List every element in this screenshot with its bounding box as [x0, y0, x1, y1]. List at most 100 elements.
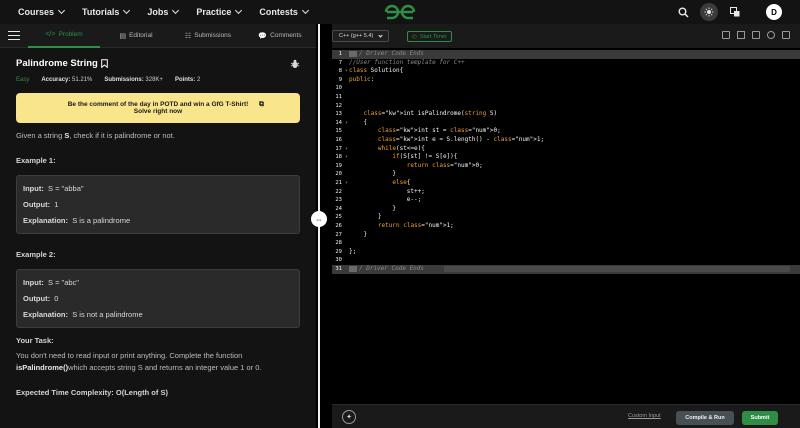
- editor-panel: C++ (g++ 5.4) ◴ Start Timer 1 / Driver Cod…: [332, 24, 800, 428]
- menu-icon[interactable]: [0, 24, 28, 48]
- code-line: 10: [332, 84, 800, 93]
- code-line: 31 / Driver Code Ends: [332, 265, 800, 274]
- code-line: 22 st++;: [332, 188, 800, 197]
- code-line: 11: [332, 93, 800, 102]
- line-number: 10: [335, 85, 342, 92]
- settings-icon[interactable]: [782, 31, 790, 39]
- lightbulb-icon[interactable]: ✦: [342, 410, 356, 424]
- translate-icon[interactable]: [726, 3, 744, 21]
- line-number: 23: [335, 197, 342, 204]
- fold-arrow-icon[interactable]: ▾: [345, 145, 348, 154]
- avatar-initial: D: [771, 7, 777, 17]
- code-text: / Driver Code Ends: [359, 265, 425, 272]
- code-text: e--;: [349, 196, 422, 204]
- code-line: 12: [332, 102, 800, 111]
- nav-contests[interactable]: Contests: [259, 6, 309, 17]
- fold-arrow-icon[interactable]: ▾: [345, 119, 348, 128]
- line-number: 18: [335, 154, 342, 161]
- chevron-down-icon: [123, 6, 131, 15]
- fold-arrow-icon[interactable]: ▾: [345, 179, 348, 188]
- code-text: return class="num">0;: [406, 161, 483, 169]
- copy-icon[interactable]: [722, 31, 730, 39]
- submissions-count: Submissions: 328K+: [104, 77, 163, 83]
- line-number: 21: [335, 180, 342, 186]
- code-text: }: [349, 170, 396, 178]
- line-number: 12: [335, 102, 342, 109]
- code-line: 29};: [332, 248, 800, 257]
- tab-submissions[interactable]: ☷ Submissions: [172, 24, 244, 48]
- tab-problem[interactable]: </> Problem: [28, 24, 100, 48]
- code-text: public:: [349, 75, 375, 83]
- line-number: 1: [338, 51, 342, 57]
- code-text: class Solution{: [349, 67, 404, 75]
- example-1-output: 1: [54, 200, 59, 209]
- tab-comments[interactable]: 💬 Comments: [244, 24, 316, 48]
- code-text: else{: [392, 179, 411, 186]
- chevron-down-icon: [172, 6, 180, 15]
- example-2-explanation: S is not a palindrome: [72, 310, 143, 319]
- collapsed-region-marker[interactable]: [349, 51, 357, 58]
- line-number: 11: [335, 94, 342, 100]
- example-1-input: S = "abba": [48, 184, 84, 193]
- code-line: 9 public:: [332, 76, 800, 85]
- example-2-title: Example 2:: [16, 250, 56, 259]
- code-icon: </>: [45, 31, 56, 38]
- code-text: if(S[st] != S[e]){: [392, 153, 458, 161]
- start-timer-button[interactable]: ◴ Start Timer: [407, 31, 452, 42]
- example-2-box: Input: S = "abc" Output: 0 Explanation: …: [16, 269, 300, 328]
- resize-handle-icon[interactable]: ⇔: [311, 211, 327, 227]
- code-text: }: [349, 230, 368, 238]
- line-number: 22: [335, 188, 342, 195]
- tab-editorial[interactable]: ▤ Editorial: [100, 24, 172, 48]
- fold-arrow-icon[interactable]: ▾: [345, 153, 348, 162]
- code-line: 16 class="kw">int e = S.length() - class…: [332, 136, 800, 145]
- document-icon: ▤: [119, 32, 127, 40]
- code-line: 17 ▾ while(st<=e){: [332, 145, 800, 154]
- code-line: 1 / Driver Code Ends: [332, 50, 800, 59]
- reset-icon[interactable]: [767, 31, 775, 39]
- collapsed-region-marker[interactable]: [349, 266, 357, 273]
- line-number: 14: [335, 119, 342, 126]
- code-line: 21 ▾ else{: [332, 179, 800, 188]
- compile-run-button[interactable]: Compile & Run: [676, 411, 734, 425]
- line-number: 28: [335, 240, 342, 247]
- potd-banner[interactable]: Be the comment of the day in POTD and wi…: [16, 93, 300, 123]
- code-editor[interactable]: 1 / Driver Code Ends 7 //User function temp…: [332, 48, 800, 404]
- nav-jobs-label: Jobs: [147, 7, 169, 17]
- tab-problem-label: Problem: [58, 31, 83, 38]
- nav-practice-label: Practice: [196, 7, 232, 17]
- upload-icon[interactable]: [737, 31, 745, 39]
- expected-complexity: Expected Time Complexity: O(Length of S): [16, 388, 168, 397]
- nav-tutorials[interactable]: Tutorials: [82, 6, 131, 17]
- download-icon[interactable]: [752, 31, 760, 39]
- line-number: 30: [335, 257, 342, 264]
- submit-button[interactable]: Submit: [742, 411, 778, 425]
- nav-contests-label: Contests: [259, 7, 298, 17]
- code-line: 23 e--;: [332, 196, 800, 205]
- gfg-logo-icon[interactable]: [383, 3, 417, 21]
- line-number: 26: [335, 223, 342, 229]
- example-2-output: 0: [54, 294, 59, 303]
- code-text: }: [349, 204, 396, 212]
- language-select[interactable]: C++ (g++ 5.4): [332, 30, 390, 42]
- nav-jobs[interactable]: Jobs: [147, 6, 180, 17]
- nav-courses[interactable]: Courses: [18, 6, 66, 17]
- chevron-down-icon: [235, 6, 243, 15]
- avatar[interactable]: D: [766, 4, 782, 20]
- nav-practice[interactable]: Practice: [196, 6, 243, 17]
- bookmark-icon[interactable]: [101, 59, 108, 68]
- code-line: 7 //User function template for C++: [332, 59, 800, 68]
- report-bug-icon[interactable]: [290, 59, 300, 69]
- line-number: 16: [335, 137, 342, 143]
- fold-arrow-icon[interactable]: ▾: [345, 67, 348, 76]
- external-link-icon: ⧉: [259, 101, 264, 108]
- code-text: class="kw">int e = S.length() - class="n…: [377, 136, 545, 143]
- code-line: 24 }: [332, 205, 800, 214]
- line-number: 24: [335, 205, 342, 212]
- line-number: 15: [335, 128, 342, 135]
- potd-cta: Solve right now: [133, 108, 183, 115]
- search-icon[interactable]: [674, 3, 692, 21]
- potd-text: Be the comment of the day in POTD and wi…: [67, 101, 249, 108]
- custom-input-link[interactable]: Custom Input: [628, 413, 661, 419]
- theme-toggle-icon[interactable]: [700, 3, 718, 21]
